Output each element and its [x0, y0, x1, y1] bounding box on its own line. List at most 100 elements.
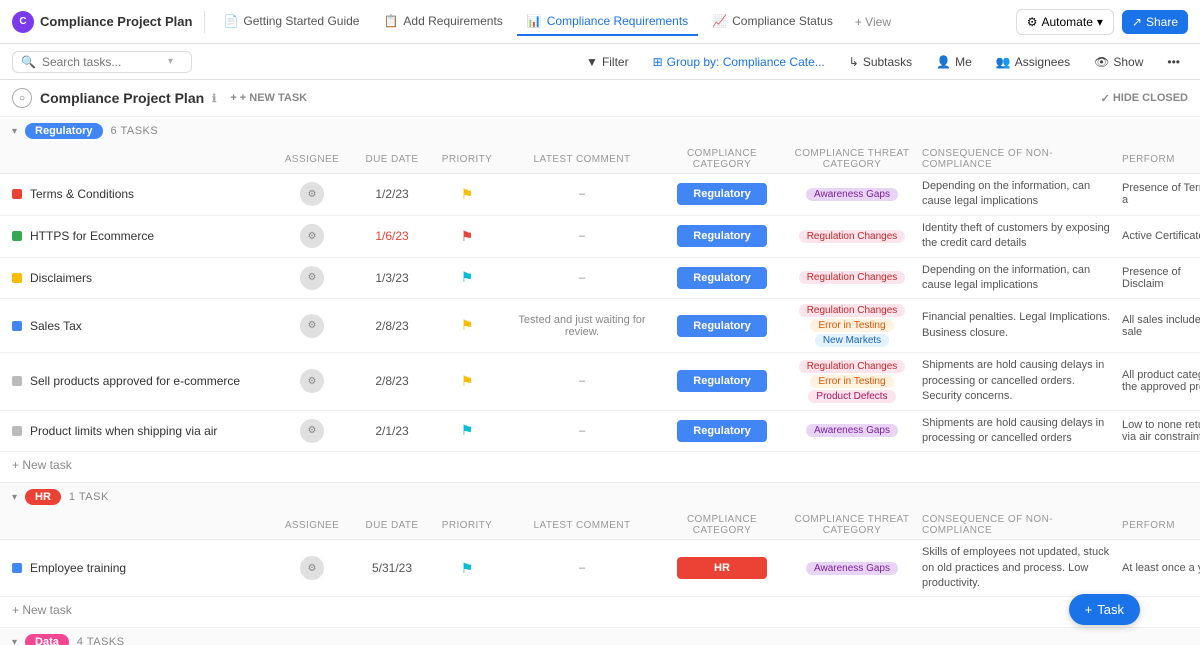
task-compliance: Regulatory — [662, 267, 782, 289]
task-count-data: 4 TASKS — [77, 636, 125, 645]
plus-icon: + — [1085, 602, 1093, 617]
task-compliance: HR — [662, 557, 782, 579]
avatar[interactable]: ⚙ — [300, 369, 324, 393]
avatar[interactable]: ⚙ — [300, 224, 324, 248]
groups-container: ▾ Regulatory 6 TASKS ASSIGNEE DUE DATE P… — [0, 117, 1200, 645]
compliance-badge: Regulatory — [677, 267, 767, 289]
col-assignee-header: ASSIGNEE — [272, 154, 352, 165]
task-consequence: Shipments are hold causing delays in pro… — [922, 358, 1122, 404]
avatar[interactable]: ⚙ — [300, 419, 324, 443]
task-threat: Regulation ChangesError in TestingNew Ma… — [782, 304, 922, 347]
tab-compliance-status[interactable]: 📈 Compliance Status — [702, 8, 843, 36]
automate-icon: ⚙ — [1027, 15, 1038, 29]
col-duedate-header: DUE DATE — [352, 154, 432, 165]
group-toggle-data[interactable]: ▾ — [12, 637, 17, 645]
task-row[interactable]: Disclaimers ⚙ 1/3/23 ⚑ – Regulatory Regu… — [0, 258, 1200, 300]
app-title: Compliance Project Plan — [40, 14, 192, 29]
task-name-text: Disclaimers — [30, 271, 92, 285]
threat-tag: Regulation Changes — [799, 230, 906, 243]
priority-flag: ⚑ — [461, 269, 474, 285]
info-icon[interactable]: ℹ — [212, 92, 216, 105]
task-name: Sales Tax — [12, 319, 272, 333]
threat-tag: Error in Testing — [810, 319, 893, 332]
clipboard-icon: 📋 — [383, 14, 398, 28]
col-consequence-header: CONSEQUENCE OF NON-COMPLIANCE — [922, 514, 1122, 536]
add-task-float-button[interactable]: + Task — [1069, 594, 1140, 625]
task-comment: – — [502, 562, 662, 574]
task-assignee[interactable]: ⚙ — [272, 182, 352, 206]
tab-compliance-requirements[interactable]: 📊 Compliance Requirements — [517, 8, 698, 36]
add-task-row-hr[interactable]: + New task — [0, 597, 1200, 627]
group-by-button[interactable]: ⊞ Group by: Compliance Cate... — [645, 51, 833, 73]
group-header-regulatory[interactable]: ▾ Regulatory 6 TASKS — [0, 117, 1200, 145]
search-box[interactable]: 🔍 ▾ — [12, 51, 192, 73]
task-compliance: Regulatory — [662, 420, 782, 442]
tab-getting-started[interactable]: 📄 Getting Started Guide — [213, 8, 369, 36]
avatar[interactable]: ⚙ — [300, 314, 324, 338]
filter-label: Filter — [602, 55, 629, 69]
priority-flag: ⚑ — [461, 560, 474, 576]
checkmark-icon: ✓ — [1101, 92, 1110, 105]
me-button[interactable]: 👤 Me — [928, 51, 980, 73]
avatar[interactable]: ⚙ — [300, 182, 324, 206]
automate-button[interactable]: ⚙ Automate ▾ — [1016, 9, 1114, 35]
group-toggle-regulatory[interactable]: ▾ — [12, 126, 17, 137]
task-assignee[interactable]: ⚙ — [272, 224, 352, 248]
avatar[interactable]: ⚙ — [300, 266, 324, 290]
task-assignee[interactable]: ⚙ — [272, 419, 352, 443]
task-assignee[interactable]: ⚙ — [272, 314, 352, 338]
task-row[interactable]: Product limits when shipping via air ⚙ 2… — [0, 411, 1200, 453]
me-icon: 👤 — [936, 55, 951, 69]
add-view-button[interactable]: + View — [847, 11, 899, 33]
task-row[interactable]: Sell products approved for e-commerce ⚙ … — [0, 353, 1200, 410]
task-name-text: Sales Tax — [30, 319, 82, 333]
more-options-button[interactable]: ••• — [1159, 51, 1188, 73]
avatar[interactable]: ⚙ — [300, 556, 324, 580]
task-consequence: Skills of employees not updated, stuck o… — [922, 545, 1122, 591]
assignees-button[interactable]: 👥 Assignees — [988, 51, 1078, 73]
threat-tags: Regulation ChangesError in TestingProduc… — [782, 360, 922, 403]
assignees-icon: 👥 — [996, 55, 1011, 69]
filter-icon: ▼ — [586, 55, 598, 69]
search-input[interactable] — [42, 55, 162, 69]
task-assignee[interactable]: ⚙ — [272, 369, 352, 393]
new-task-button[interactable]: + + NEW TASK — [224, 90, 313, 106]
threat-tags: Awareness Gaps — [782, 188, 922, 201]
share-button[interactable]: ↗ Share — [1122, 10, 1188, 34]
task-assignee[interactable]: ⚙ — [272, 556, 352, 580]
page-icon: 📄 — [223, 14, 238, 28]
tab-compliance-requirements-label: Compliance Requirements — [547, 14, 688, 28]
task-name-text: HTTPS for Ecommerce — [30, 229, 154, 243]
task-perform: Low to none returns via air constraint — [1122, 419, 1200, 443]
task-due-date: 2/8/23 — [352, 374, 432, 388]
task-perform: At least once a year — [1122, 562, 1200, 574]
assignees-label: Assignees — [1015, 55, 1070, 69]
task-name: Disclaimers — [12, 271, 272, 285]
collapse-project-button[interactable]: ○ — [12, 88, 32, 108]
task-name-text: Employee training — [30, 561, 126, 575]
subtasks-button[interactable]: ↳ Subtasks — [841, 51, 920, 73]
task-comment: – — [502, 375, 662, 387]
add-task-row-regulatory[interactable]: + New task — [0, 452, 1200, 482]
task-dot — [12, 426, 22, 436]
hide-closed-button[interactable]: ✓ HIDE CLOSED — [1101, 92, 1188, 105]
filter-button[interactable]: ▼ Filter — [578, 51, 637, 73]
task-name: Product limits when shipping via air — [12, 424, 272, 438]
task-row[interactable]: Terms & Conditions ⚙ 1/2/23 ⚑ – Regulato… — [0, 174, 1200, 216]
show-button[interactable]: 👁 Show — [1086, 51, 1151, 73]
task-dot — [12, 376, 22, 386]
task-due-date: 2/8/23 — [352, 319, 432, 333]
task-row[interactable]: Employee training ⚙ 5/31/23 ⚑ – HR Aware… — [0, 540, 1200, 597]
task-compliance: Regulatory — [662, 225, 782, 247]
task-assignee[interactable]: ⚙ — [272, 266, 352, 290]
threat-tag: Error in Testing — [810, 375, 893, 388]
group-header-hr[interactable]: ▾ HR 1 TASK — [0, 483, 1200, 511]
task-compliance: Regulatory — [662, 183, 782, 205]
task-priority: ⚑ — [432, 269, 502, 286]
task-row[interactable]: HTTPS for Ecommerce ⚙ 1/6/23 ⚑ – Regulat… — [0, 216, 1200, 258]
task-row[interactable]: Sales Tax ⚙ 2/8/23 ⚑ Tested and just wai… — [0, 299, 1200, 353]
tab-add-requirements[interactable]: 📋 Add Requirements — [373, 8, 512, 36]
group-toggle-hr[interactable]: ▾ — [12, 492, 17, 503]
compliance-badge: Regulatory — [677, 225, 767, 247]
group-header-data[interactable]: ▾ Data 4 TASKS — [0, 628, 1200, 645]
